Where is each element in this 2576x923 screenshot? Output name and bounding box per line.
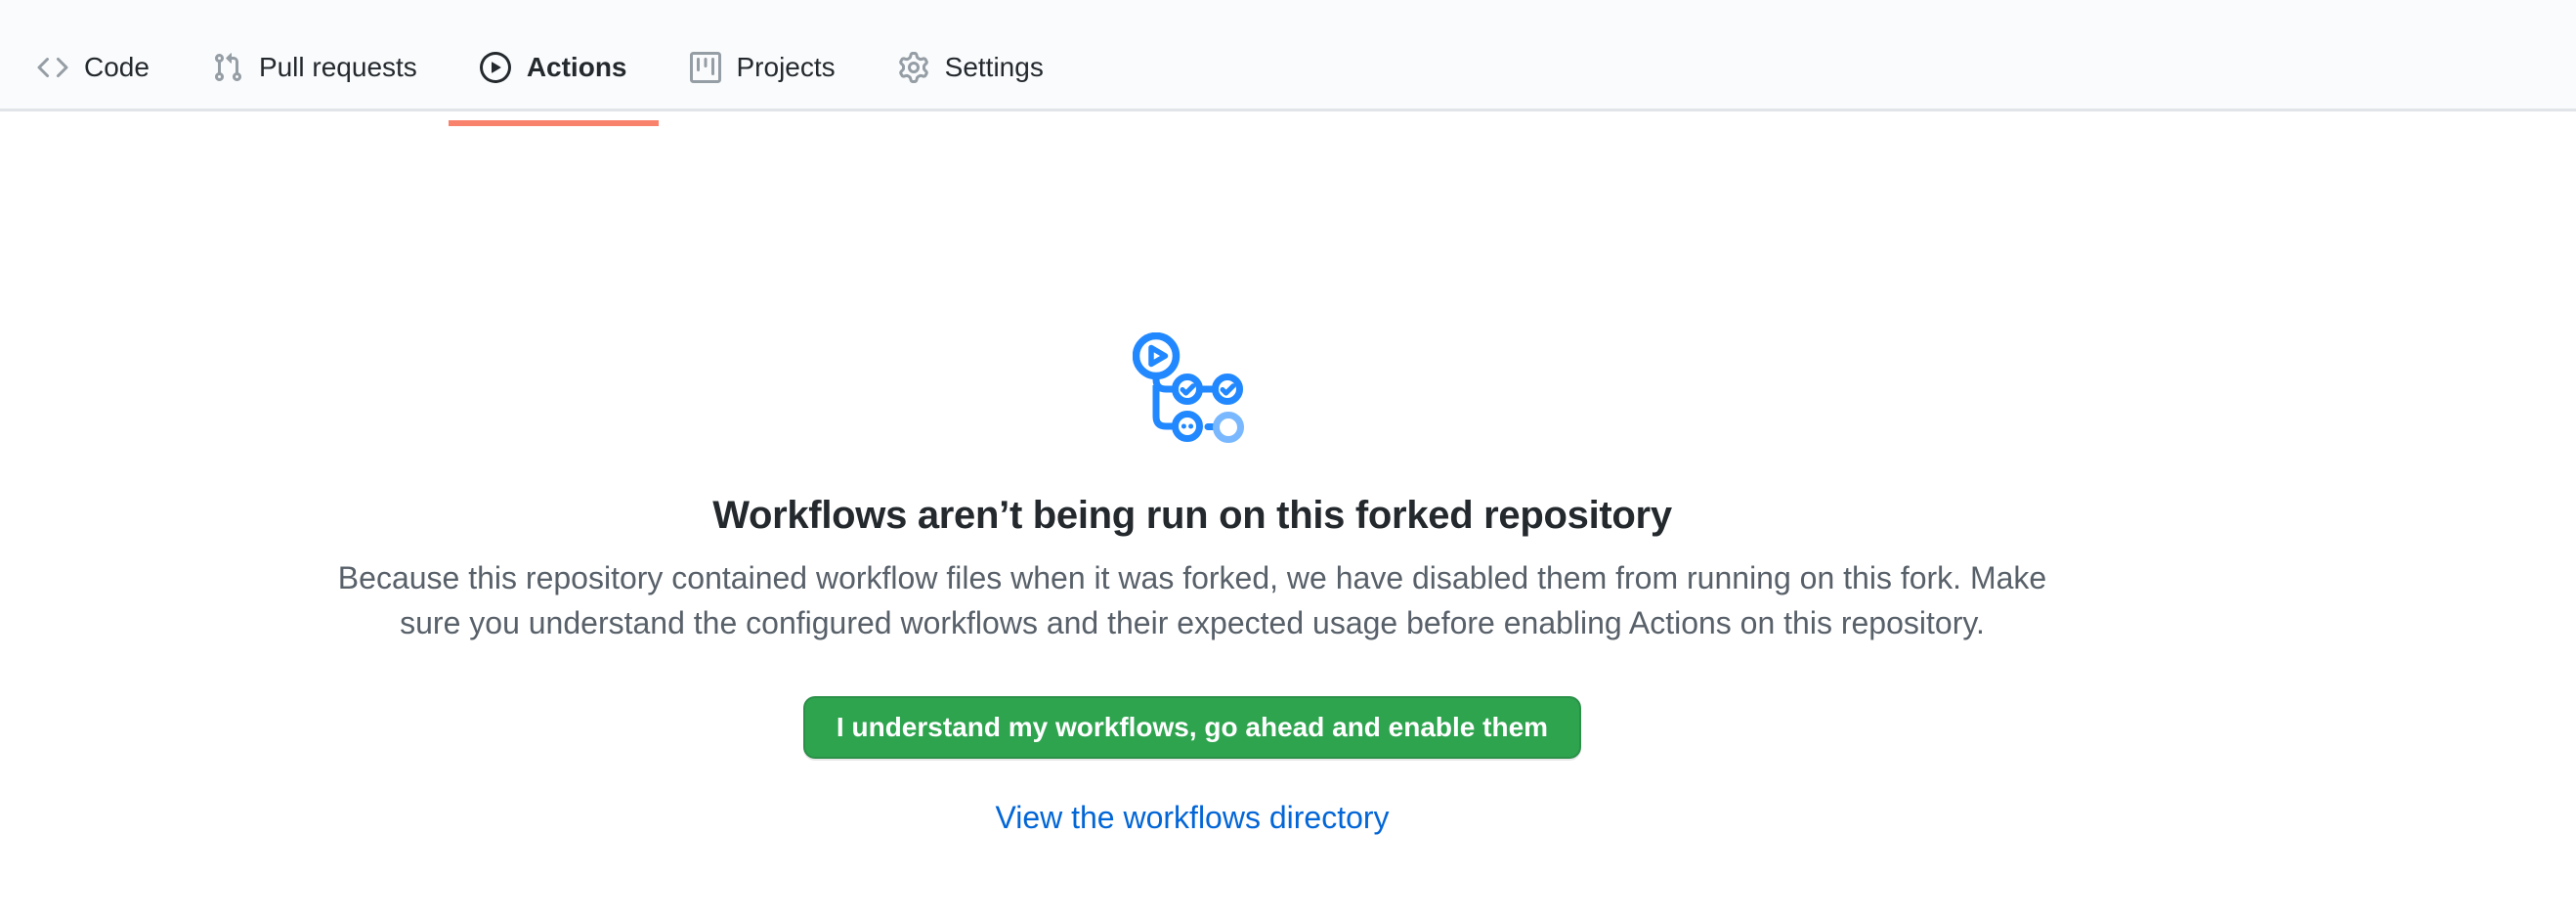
gear-icon [898, 52, 929, 83]
tab-label: Actions [527, 54, 627, 81]
tab-label: Code [84, 54, 150, 81]
actions-blankslate: Workflows aren’t being run on this forke… [0, 111, 2480, 836]
repo-nav: Code Pull requests Actions Projects Sett… [0, 0, 2576, 111]
tab-pull-requests[interactable]: Pull requests [181, 26, 449, 109]
enable-workflows-button[interactable]: I understand my workflows, go ahead and … [803, 696, 1581, 759]
view-workflows-directory-link[interactable]: View the workflows directory [995, 800, 1389, 836]
tab-label: Settings [945, 54, 1044, 81]
description-line: sure you understand the configured workf… [338, 600, 2046, 645]
project-icon [690, 52, 721, 83]
tab-label: Projects [737, 54, 836, 81]
play-icon [480, 52, 511, 83]
git-pull-request-icon [212, 52, 243, 83]
tab-actions[interactable]: Actions [449, 26, 659, 109]
tab-settings[interactable]: Settings [867, 26, 1075, 109]
page-title: Workflows aren’t being run on this forke… [712, 491, 1672, 540]
workflow-graph-icon [1133, 332, 1252, 452]
tab-label: Pull requests [259, 54, 417, 81]
blankslate-description: Because this repository contained workfl… [338, 555, 2046, 645]
code-icon [37, 52, 68, 83]
tab-code[interactable]: Code [6, 26, 181, 109]
description-line: Because this repository contained workfl… [338, 555, 2046, 600]
tab-projects[interactable]: Projects [659, 26, 867, 109]
